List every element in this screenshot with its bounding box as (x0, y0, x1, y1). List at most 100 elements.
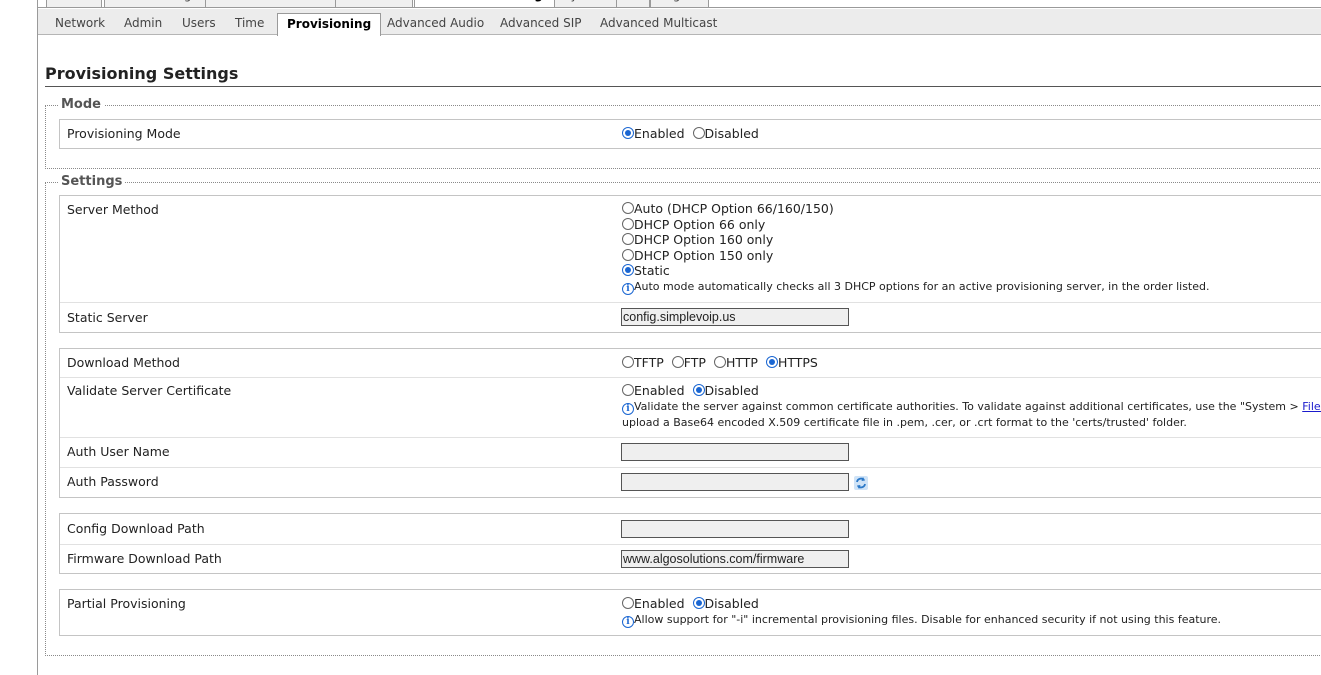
download-method-tftp[interactable]: TFTP (622, 355, 664, 370)
option-label: HTTPS (777, 355, 818, 370)
tab-advanced-multicast[interactable]: Advanced Multicast (591, 9, 726, 35)
radio-icon[interactable] (622, 597, 634, 609)
auth-password-label: Auth Password (67, 474, 159, 489)
tab-provisioning[interactable]: Provisioning (277, 13, 382, 36)
static-server-row: Static Server config.simplevoip.us (60, 302, 1321, 332)
radio-icon[interactable] (622, 384, 634, 396)
radio-selected-icon[interactable] (622, 264, 634, 276)
download-method-ftp[interactable]: FTP (671, 355, 706, 370)
option-label: TFTP (634, 355, 664, 370)
download-method-row: Download Method TFTP FTP HTTP HTTPS (60, 349, 1321, 377)
mode-group: Provisioning Mode Enabled Disabled (59, 119, 1321, 149)
option-label: Enabled (634, 383, 685, 398)
tab-advanced-settings[interactable]: Advanced Settings (414, 0, 560, 7)
tab-advanced-audio[interactable]: Advanced Audio (378, 9, 493, 35)
partial-disabled[interactable]: Disabled (692, 596, 759, 612)
option-label: DHCP Option 66 only (634, 216, 766, 232)
tab-additional-features[interactable]: Additional Features (205, 0, 339, 7)
static-server-label: Static Server (67, 310, 148, 325)
radio-icon[interactable] (692, 127, 705, 139)
server-method-dhcp160[interactable]: DHCP Option 160 only (622, 232, 1210, 248)
option-label: Disabled (704, 383, 759, 398)
download-method-https[interactable]: HTTPS (765, 355, 818, 370)
provisioning-mode-row: Provisioning Mode Enabled Disabled (60, 120, 1321, 148)
partial-enabled[interactable]: Enabled (622, 596, 685, 612)
radio-icon[interactable] (622, 202, 634, 214)
tab-status[interactable]: Status (46, 0, 103, 7)
server-method-row: Server Method Auto (DHCP Option 66/160/1… (60, 196, 1321, 302)
partial-label: Partial Provisioning (67, 596, 186, 611)
option-label: Enabled (634, 126, 685, 141)
auth-user-label: Auth User Name (67, 444, 170, 459)
radio-icon[interactable] (622, 233, 634, 245)
validate-cert-label: Validate Server Certificate (67, 383, 232, 398)
radio-icon[interactable] (622, 248, 634, 261)
settings-legend: Settings (58, 174, 126, 189)
option-label: DHCP Option 160 only (634, 232, 774, 247)
tab-blank[interactable] (616, 0, 650, 7)
auth-password-input[interactable] (621, 473, 849, 491)
tab-network[interactable]: Network (46, 9, 114, 35)
radio-icon[interactable] (713, 356, 726, 368)
option-label: Static (634, 263, 670, 278)
firmware-path-label: Firmware Download Path (67, 551, 222, 566)
mode-fieldset: Mode Provisioning Mode Enabled Disabled (45, 97, 1321, 169)
auth-user-input[interactable] (621, 443, 849, 461)
download-method-label: Download Method (67, 355, 180, 370)
server-method-options: Auto (DHCP Option 66/160/150) DHCP Optio… (622, 201, 1210, 295)
radio-selected-icon[interactable] (692, 597, 705, 609)
server-method-static[interactable]: Static (622, 263, 1210, 279)
tab-logout[interactable]: Logout (650, 0, 710, 7)
radio-icon[interactable] (622, 356, 634, 368)
info-icon: i (622, 282, 634, 295)
validate-cert-disabled[interactable]: Disabled (692, 383, 759, 399)
tab-advanced-sip[interactable]: Advanced SIP (491, 9, 590, 35)
info-icon: i (622, 402, 634, 415)
option-label: Disabled (704, 126, 759, 141)
tab-system[interactable]: System (554, 0, 617, 7)
tab-admin[interactable]: Admin (115, 9, 171, 35)
download-method-http[interactable]: HTTP (713, 355, 758, 370)
server-method-auto[interactable]: Auto (DHCP Option 66/160/150) (622, 201, 1210, 217)
radio-selected-icon[interactable] (765, 356, 778, 368)
server-method-dhcp150[interactable]: DHCP Option 150 only (622, 248, 1210, 264)
validate-cert-options: Enabled Disabled i Validate the server aga… (622, 383, 1321, 430)
note-text: Allow support for "-i" incremental provi… (634, 612, 1222, 626)
radio-icon[interactable] (622, 217, 634, 230)
option-label: Enabled (634, 596, 685, 611)
option-label: Auto (DHCP Option 66/160/150) (634, 201, 834, 216)
partial-group: Partial Provisioning Enabled Disabled i Al… (59, 589, 1321, 636)
validate-cert-note-line2: upload a Base64 encoded X.509 certificat… (622, 415, 1187, 429)
refresh-icon[interactable] (853, 475, 869, 491)
firmware-path-row: Firmware Download Path www.algosolutions… (60, 544, 1321, 574)
validate-cert-note: i Validate the server against common cert… (622, 399, 1321, 415)
partial-row: Partial Provisioning Enabled Disabled i Al… (60, 590, 1321, 635)
firmware-path-input[interactable]: www.algosolutions.com/firmware (621, 550, 849, 568)
config-path-input[interactable] (621, 520, 849, 538)
title-divider (45, 86, 1321, 87)
server-method-dhcp66[interactable]: DHCP Option 66 only (622, 217, 1210, 233)
option-label: Disabled (704, 596, 759, 611)
tab-scheduler[interactable]: Scheduler (335, 0, 414, 7)
settings-fieldset: Settings Server Method Auto (DHCP Option… (45, 174, 1321, 656)
tab-basic-settings[interactable]: Basic Settings (104, 0, 207, 7)
provisioning-mode-disabled[interactable]: Disabled (692, 126, 759, 141)
validate-cert-enabled[interactable]: Enabled (622, 383, 685, 399)
provisioning-mode-enabled[interactable]: Enabled (622, 126, 685, 141)
radio-selected-icon[interactable] (692, 384, 705, 396)
radio-selected-icon[interactable] (622, 127, 634, 139)
radio-icon[interactable] (671, 356, 684, 368)
config-path-label: Config Download Path (67, 521, 205, 536)
mode-legend: Mode (58, 97, 104, 112)
static-server-input[interactable]: config.simplevoip.us (621, 308, 849, 326)
option-label: HTTP (725, 355, 758, 370)
main-frame: Status Basic Settings Additional Feature… (37, 0, 1321, 675)
auth-password-row: Auth Password (60, 467, 1321, 497)
tab-time[interactable]: Time (226, 9, 273, 35)
top-tab-bar: Status Basic Settings Additional Feature… (38, 0, 1321, 8)
download-group: Download Method TFTP FTP HTTP HTTPS Validat… (59, 348, 1321, 498)
sub-tab-bar: Network Admin Users Time Provisioning Ad… (38, 9, 1321, 36)
tab-users[interactable]: Users (173, 9, 225, 35)
file-manager-link[interactable]: File Man (1302, 400, 1321, 413)
option-label: FTP (683, 355, 706, 370)
